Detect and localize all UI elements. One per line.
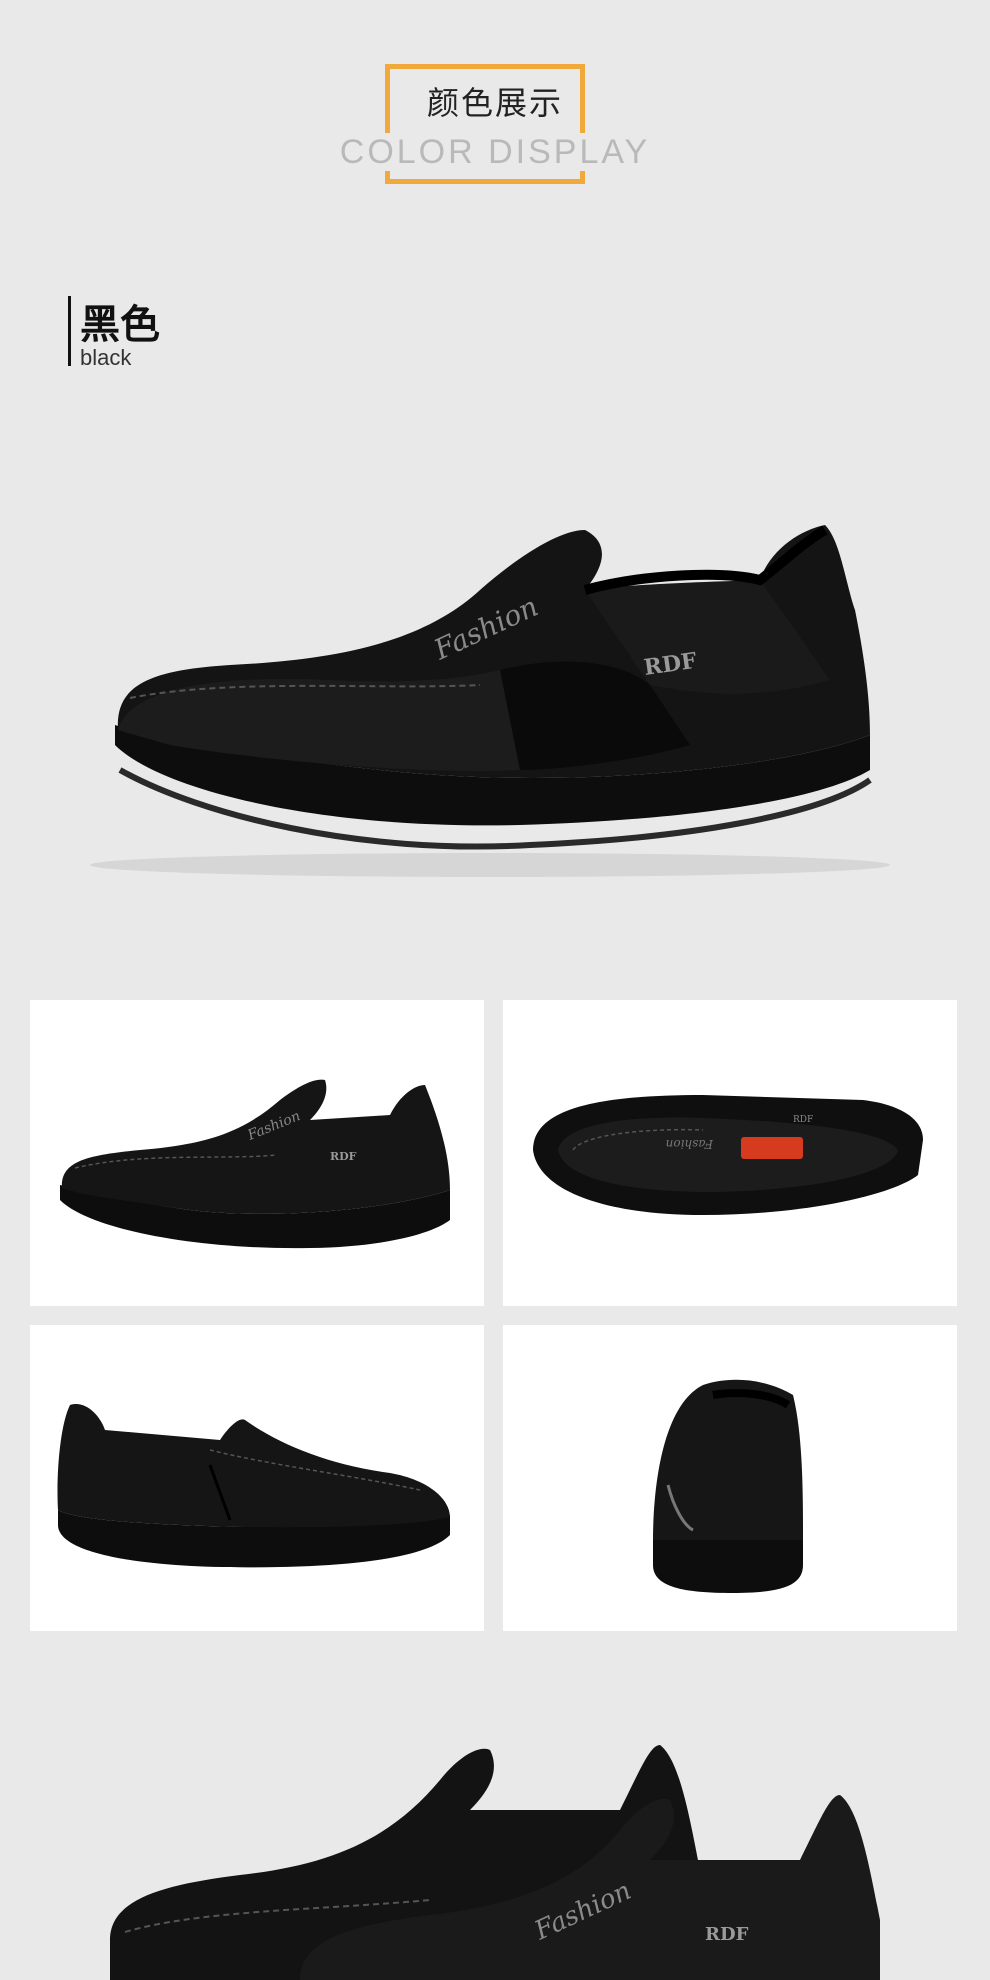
section-title: 颜色展示 [426,84,563,122]
section-subtitle: COLOR DISPLAY [0,133,990,172]
gallery-tile-side-view: Fashion RDF [30,1000,484,1306]
brand-badge-small: RDF [330,1150,357,1163]
color-name-en: black [80,345,132,370]
bottom-shoe-pair-image: Fashion RDF [0,1700,990,1980]
gallery-tile-inner-side-view [30,1325,484,1631]
brand-badge-top: RDF [793,1115,813,1125]
color-label-bar [68,296,71,366]
gallery-tile-top-view: Fashion RDF [503,1000,957,1306]
gallery-tile-rear-view [503,1325,957,1631]
color-name-cn: 黑色 [80,302,160,348]
brand-badge-bottom: RDF [705,1924,749,1945]
hero-shoe-image: Fashion RDF [0,470,990,910]
insole-label [741,1137,803,1159]
fashion-text-top: Fashion [666,1137,714,1151]
